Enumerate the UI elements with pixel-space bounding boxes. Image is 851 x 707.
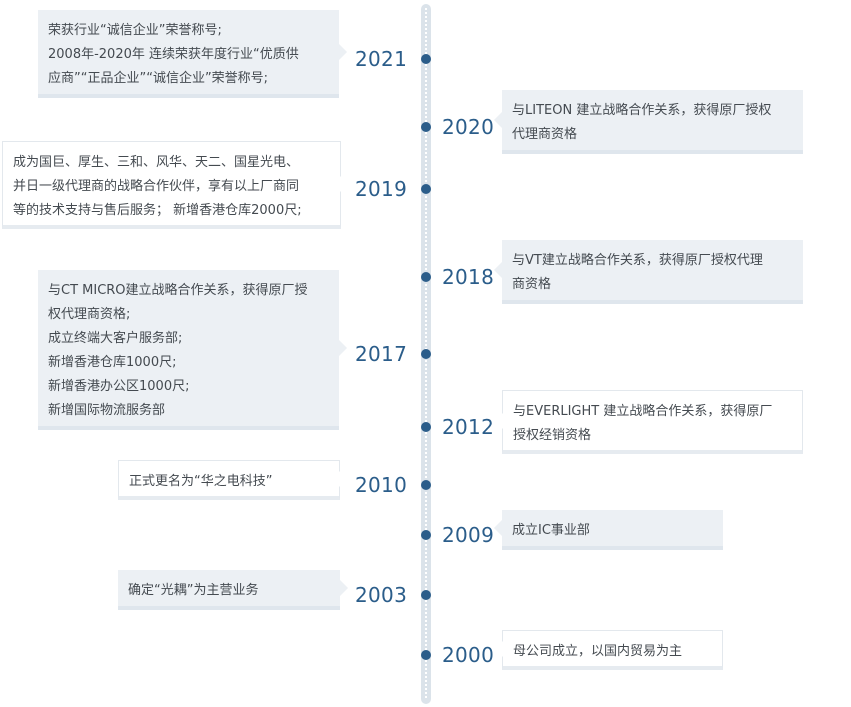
event-text-line: 成为国巨、厚生、三和、风华、天二、国星光电、 [13, 155, 300, 170]
event-text-line: 新增香港仓库1000尺; [48, 355, 177, 370]
event-card-2009: 成立IC事业部 [494, 510, 723, 550]
event-text-line: 成立IC事业部 [512, 523, 590, 538]
year-label-2020: 2020 [442, 115, 495, 139]
event-text-line: 2008年-2020年 连续荣获年度行业“优质供 [48, 47, 299, 62]
event-text-line: 与EVERLIGHT 建立战略合作关系，获得原厂 [513, 404, 773, 419]
timeline-dot-2020 [421, 122, 431, 132]
year-label-2021: 2021 [355, 47, 408, 71]
year-label-2012: 2012 [442, 415, 495, 439]
event-card-2017: 与CT MICRO建立战略合作关系，获得原厂授 权代理商资格; 成立终端大客户服… [38, 270, 347, 430]
event-card-2010: 正式更名为“华之电科技” [118, 460, 347, 500]
event-text-line: 荣获行业“诚信企业”荣誉称号; [48, 23, 222, 38]
year-label-2003: 2003 [355, 583, 408, 607]
event-text-line: 与VT建立战略合作关系，获得原厂授权代理 [512, 253, 763, 268]
timeline-dot-2017 [421, 349, 431, 359]
timeline-dot-2003 [421, 590, 431, 600]
company-history-timeline: 荣获行业“诚信企业”荣誉称号; 2008年-2020年 连续荣获年度行业“优质供… [0, 0, 851, 707]
timeline-dot-2021 [421, 54, 431, 64]
event-text-line: 与CT MICRO建立战略合作关系，获得原厂授 [48, 283, 308, 298]
event-text-line: 成立终端大客户服务部; [48, 331, 183, 346]
event-text-line: 新增国际物流服务部 [48, 403, 166, 418]
timeline-dot-2009 [421, 530, 431, 540]
year-label-2010: 2010 [355, 473, 408, 497]
event-text-line: 商资格 [512, 277, 552, 292]
timeline-dot-2012 [421, 422, 431, 432]
event-text-line: 应商”“正品企业”“诚信企业”荣誉称号; [48, 71, 269, 86]
event-text-line: 确定“光耦”为主营业务 [128, 583, 259, 598]
year-label-2019: 2019 [355, 177, 408, 201]
event-text-line: 等的技术支持与售后服务； 新增香港仓库2000尺; [13, 203, 302, 218]
year-label-2017: 2017 [355, 342, 408, 366]
event-card-2012: 与EVERLIGHT 建立战略合作关系，获得原厂 授权经销资格 [495, 390, 803, 454]
event-text-line: 权代理商资格; [48, 307, 131, 322]
event-card-2019: 成为国巨、厚生、三和、风华、天二、国星光电、 并日一级代理商的战略合作伙伴，享有… [2, 141, 348, 229]
event-text-line: 与LITEON 建立战略合作关系，获得原厂授权 [512, 103, 772, 118]
timeline-dot-2019 [421, 184, 431, 194]
event-card-2020: 与LITEON 建立战略合作关系，获得原厂授权 代理商资格 [494, 90, 803, 154]
event-card-2021: 荣获行业“诚信企业”荣誉称号; 2008年-2020年 连续荣获年度行业“优质供… [38, 10, 347, 98]
event-card-2000: 母公司成立，以国内贸易为主 [495, 630, 723, 670]
event-text-line: 新增香港办公区1000尺; [48, 379, 190, 394]
year-label-2009: 2009 [442, 523, 495, 547]
event-text-line: 母公司成立，以国内贸易为主 [513, 644, 683, 659]
year-label-2000: 2000 [442, 643, 495, 667]
timeline-dot-2018 [421, 272, 431, 282]
event-text-line: 正式更名为“华之电科技” [129, 474, 273, 489]
timeline-dot-2010 [421, 480, 431, 490]
event-text-line: 授权经销资格 [513, 428, 592, 443]
event-card-2003: 确定“光耦”为主营业务 [118, 570, 348, 610]
year-label-2018: 2018 [442, 265, 495, 289]
event-card-2018: 与VT建立战略合作关系，获得原厂授权代理 商资格 [494, 240, 803, 304]
timeline-dot-2000 [421, 650, 431, 660]
event-text-line: 代理商资格 [512, 127, 578, 142]
event-text-line: 并日一级代理商的战略合作伙伴，享有以上厂商同 [13, 179, 300, 194]
